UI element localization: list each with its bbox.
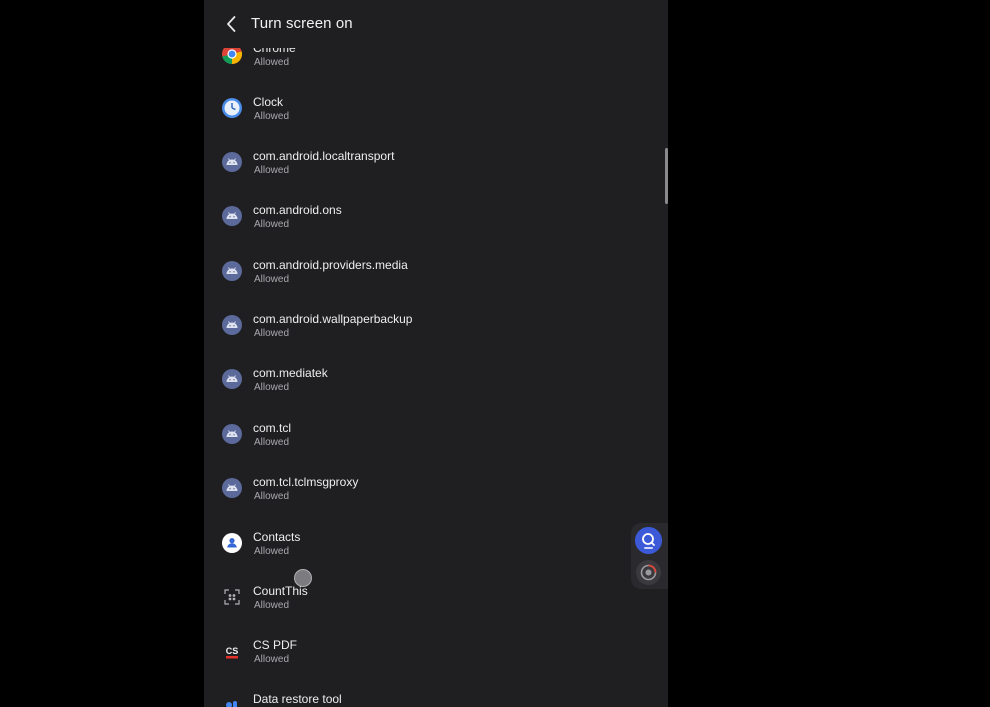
android-icon <box>222 315 242 335</box>
recorder-settings-icon[interactable] <box>636 560 661 585</box>
app-status: Allowed <box>254 219 290 230</box>
app-name: com.tcl <box>253 421 292 435</box>
android-icon <box>222 369 242 389</box>
floating-toolbar <box>631 523 668 589</box>
app-name: com.android.localtransport <box>253 149 395 163</box>
app-item-clock[interactable]: Clock Allowed <box>204 82 644 136</box>
app-item-data-restore-tool[interactable]: Data restore tool <box>204 679 644 707</box>
android-icon <box>222 206 242 226</box>
app-item-com-android-ons[interactable]: com.android.ons Allowed <box>204 190 644 244</box>
data-restore-icon <box>226 701 237 707</box>
app-name: Clock <box>253 95 284 109</box>
arrow-back-icon[interactable] <box>220 12 244 36</box>
scrollbar[interactable] <box>665 148 668 204</box>
app-status: Allowed <box>254 491 290 502</box>
app-status: Allowed <box>254 382 290 393</box>
contacts-icon <box>222 533 242 553</box>
settings-screen: Chrome Allowed Clock Allowed com.android… <box>204 0 668 707</box>
app-name: Contacts <box>253 530 301 544</box>
app-status: Allowed <box>254 654 290 665</box>
app-status: Allowed <box>254 165 290 176</box>
touch-indicator <box>294 569 312 587</box>
app-item-com-android-localtransport[interactable]: com.android.localtransport Allowed <box>204 136 644 190</box>
app-item-contacts[interactable]: Contacts Allowed <box>204 517 644 571</box>
android-icon <box>222 478 242 498</box>
app-status: Allowed <box>254 600 290 611</box>
screen-recorder-icon[interactable] <box>635 527 662 554</box>
app-name: CS PDF <box>253 638 298 652</box>
app-name: com.android.providers.media <box>253 258 408 272</box>
android-icon <box>222 152 242 172</box>
clock-icon <box>222 98 242 118</box>
svg-text:CS: CS <box>226 646 239 656</box>
app-item-cs-pdf[interactable]: CS CS PDF Allowed <box>204 625 644 679</box>
app-name: com.android.wallpaperbackup <box>253 312 413 326</box>
app-status: Allowed <box>254 437 290 448</box>
app-name: com.tcl.tclmsgproxy <box>253 475 359 489</box>
app-item-countthis[interactable]: CountThis Allowed <box>204 571 644 625</box>
app-name: com.android.ons <box>253 203 342 217</box>
cs-pdf-icon: CS <box>222 642 242 660</box>
app-bar: Turn screen on <box>204 0 668 48</box>
app-item-com-android-wallpaperbackup[interactable]: com.android.wallpaperbackup Allowed <box>204 299 644 353</box>
countthis-icon <box>221 586 243 608</box>
app-item-com-tcl-tclmsgproxy[interactable]: com.tcl.tclmsgproxy Allowed <box>204 462 644 516</box>
app-list[interactable]: Chrome Allowed Clock Allowed com.android… <box>204 0 668 707</box>
app-name: com.mediatek <box>253 366 328 380</box>
app-item-com-android-providers-media[interactable]: com.android.providers.media Allowed <box>204 245 644 299</box>
app-status: Allowed <box>254 57 290 68</box>
app-name: Data restore tool <box>253 692 342 706</box>
app-item-com-mediatek[interactable]: com.mediatek Allowed <box>204 353 644 407</box>
app-status: Allowed <box>254 328 290 339</box>
app-status: Allowed <box>254 546 290 557</box>
app-status: Allowed <box>254 111 290 122</box>
app-item-com-tcl[interactable]: com.tcl Allowed <box>204 408 644 462</box>
android-icon <box>222 261 242 281</box>
app-status: Allowed <box>254 274 290 285</box>
page-title: Turn screen on <box>251 15 353 32</box>
android-icon <box>222 424 242 444</box>
